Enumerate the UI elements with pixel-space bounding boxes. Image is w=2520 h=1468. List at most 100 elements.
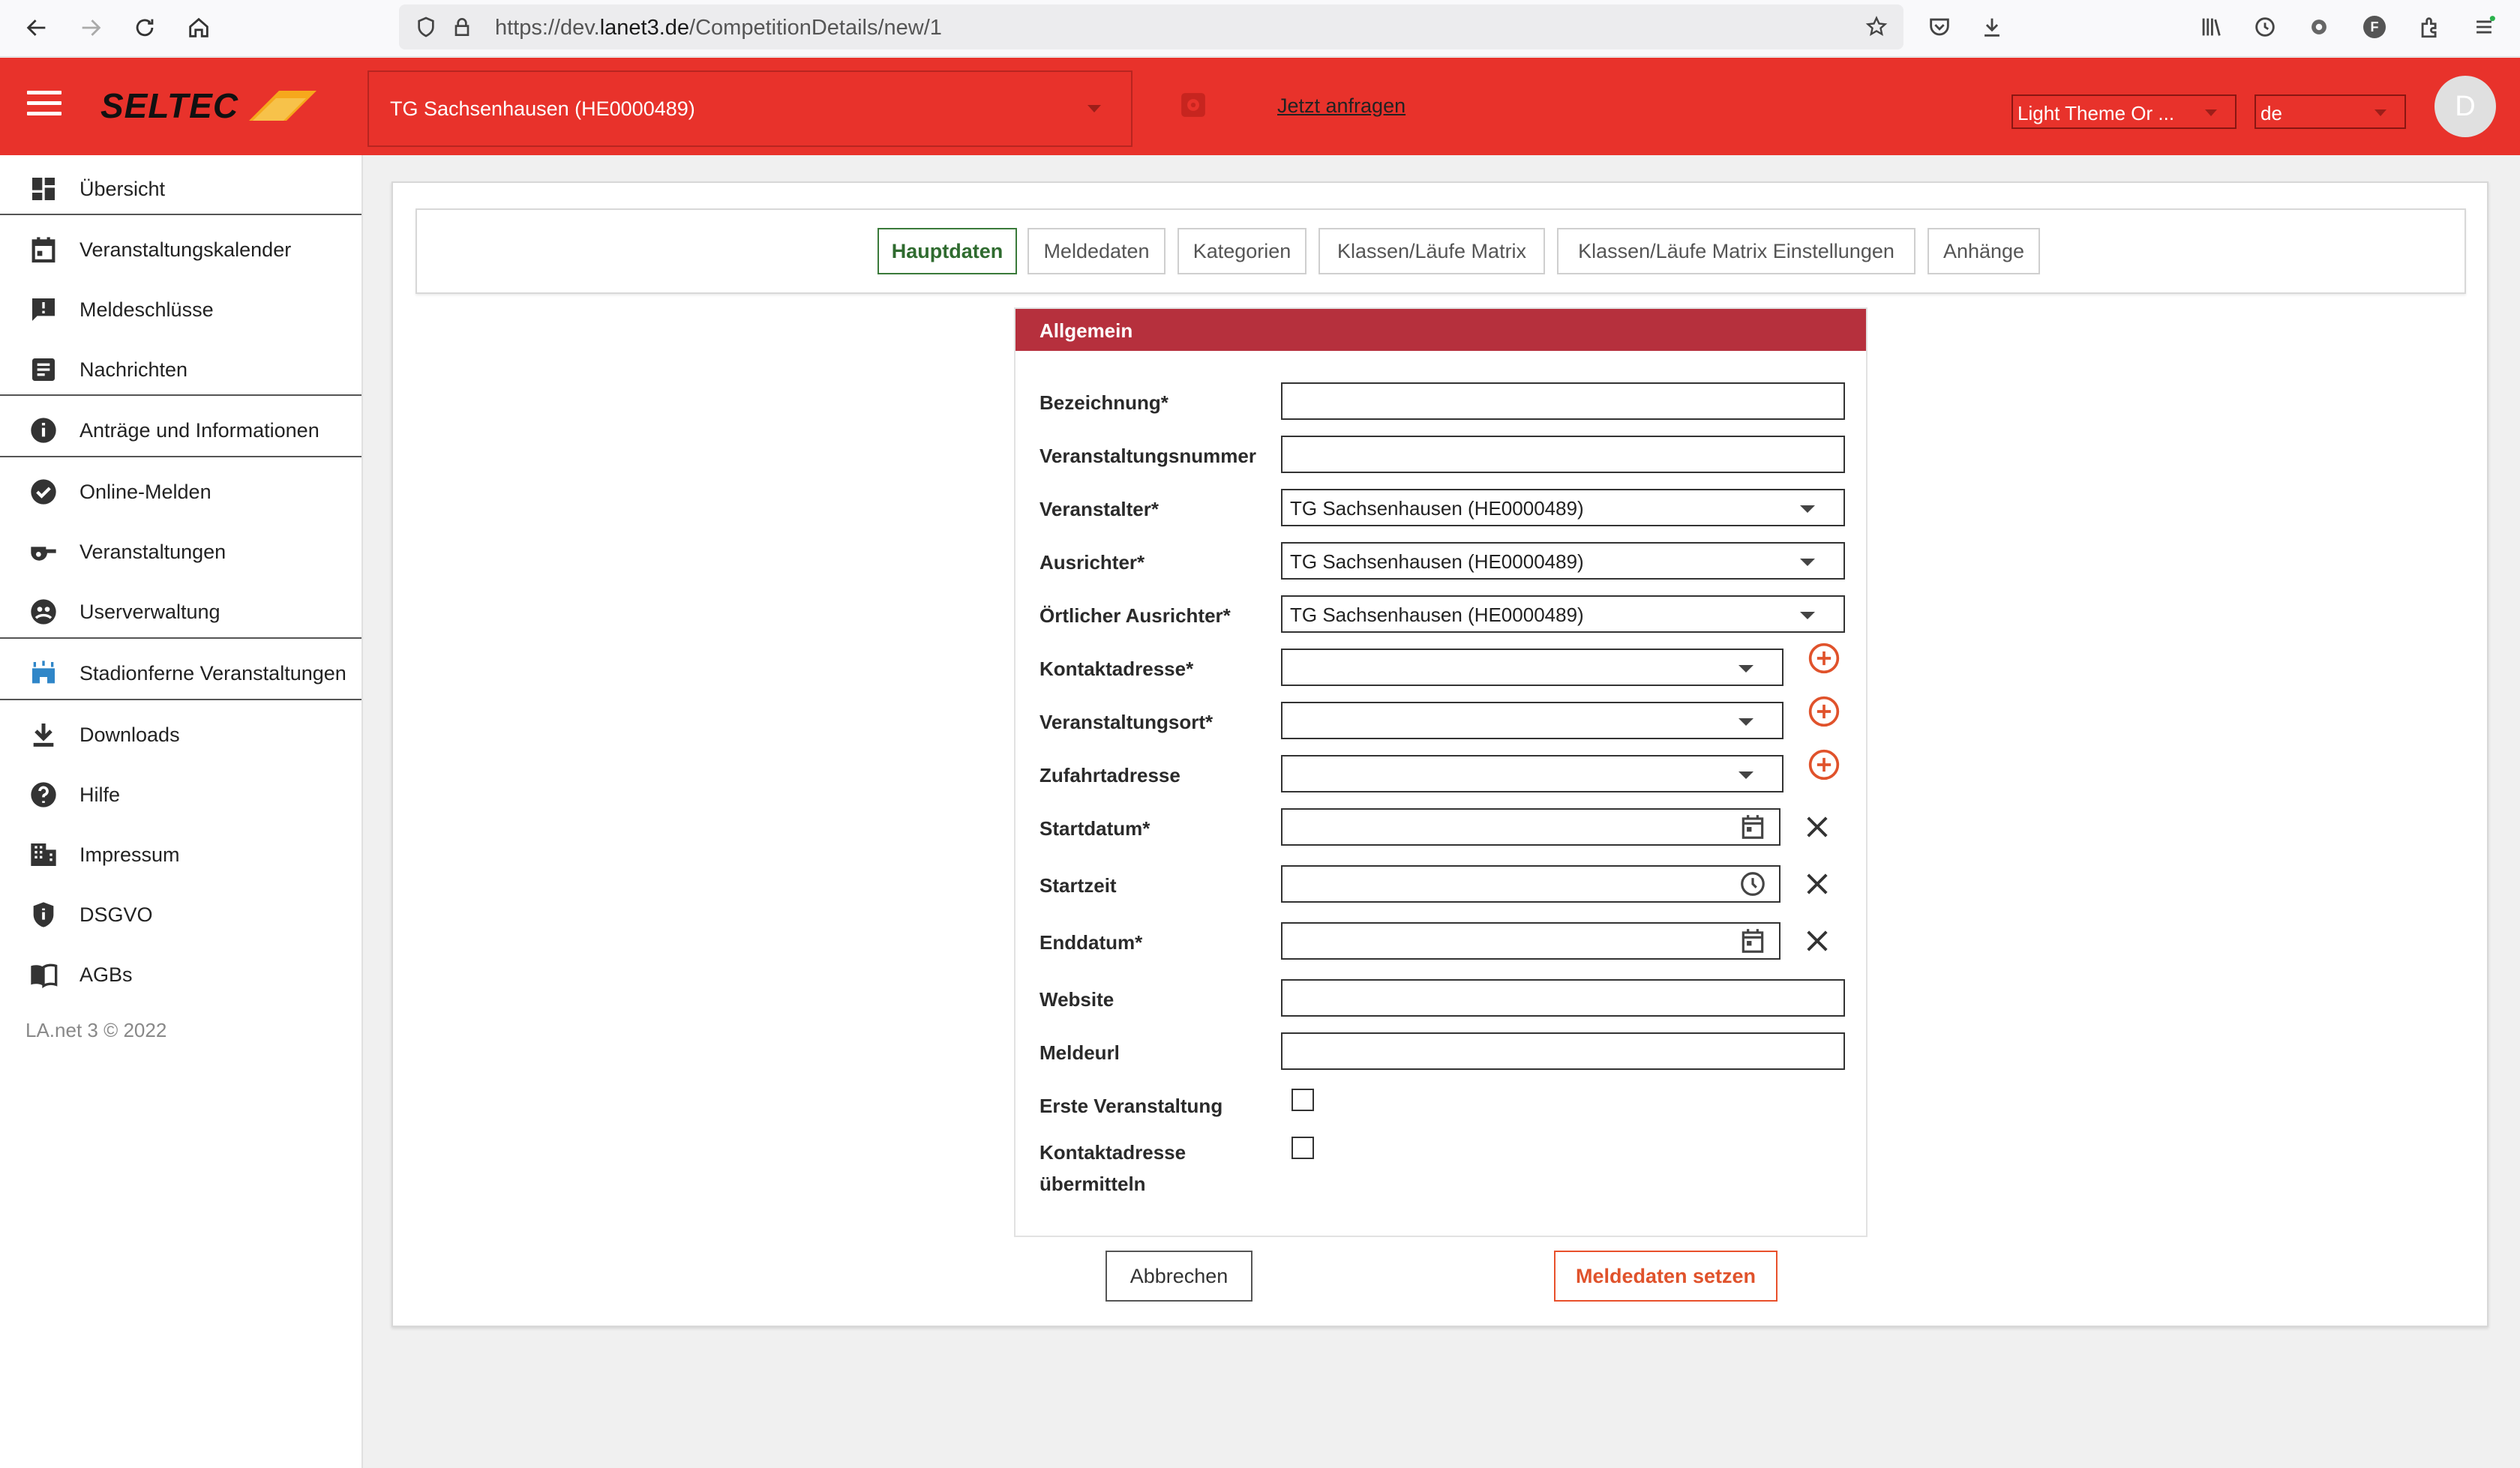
extension-gear-icon[interactable] bbox=[2304, 12, 2334, 42]
back-icon[interactable] bbox=[20, 10, 54, 45]
clear-startzeit-icon[interactable] bbox=[1802, 868, 1833, 900]
sidebar-item-downloads[interactable]: Downloads bbox=[0, 705, 362, 765]
oertlicher-ausrichter-select[interactable]: TG Sachsenhausen (HE0000489) bbox=[1281, 595, 1845, 633]
add-kontaktadresse-icon[interactable] bbox=[1808, 642, 1840, 675]
sidebar-item-nachrichten[interactable]: Nachrichten bbox=[0, 340, 362, 400]
hamburger-menu-icon[interactable] bbox=[27, 91, 62, 121]
tab-hauptdaten[interactable]: Hauptdaten bbox=[878, 228, 1017, 274]
main-card: Hauptdaten Meldedaten Kategorien Klassen… bbox=[392, 181, 2488, 1327]
sidebar-item-impressum[interactable]: Impressum bbox=[0, 825, 362, 885]
veranstaltungsnummer-field[interactable] bbox=[1281, 436, 1845, 473]
website-field[interactable] bbox=[1281, 979, 1845, 1017]
menu-icon[interactable] bbox=[2469, 12, 2499, 42]
sidebar-item-dsgvo[interactable]: DSGVO bbox=[0, 885, 362, 945]
clear-enddatum-icon[interactable] bbox=[1802, 925, 1833, 957]
organization-select[interactable]: TG Sachsenhausen (HE0000489) bbox=[368, 70, 1132, 147]
meldeurl-field[interactable] bbox=[1281, 1032, 1845, 1070]
ausrichter-select[interactable]: TG Sachsenhausen (HE0000489) bbox=[1281, 542, 1845, 580]
chevron-down-icon bbox=[1800, 505, 1815, 513]
erste-veranstaltung-checkbox[interactable] bbox=[1292, 1089, 1314, 1111]
support-icon bbox=[27, 595, 60, 628]
sidebar-item-label: Userverwaltung bbox=[80, 600, 220, 623]
seltec-logo: SELTEC bbox=[100, 88, 316, 125]
tracking-shield-icon[interactable] bbox=[414, 15, 438, 39]
library-icon[interactable] bbox=[2196, 12, 2226, 42]
sidebar-item-label: Hilfe bbox=[80, 783, 121, 806]
sidebar-item-agbs[interactable]: AGBs bbox=[0, 945, 362, 1005]
profile-icon[interactable]: F bbox=[2360, 12, 2390, 42]
downloads-icon[interactable] bbox=[1977, 12, 2007, 42]
enddatum-field[interactable] bbox=[1281, 922, 1780, 960]
tab-klassen-laeufe-matrix[interactable]: Klassen/Läufe Matrix bbox=[1318, 228, 1545, 274]
veranstalter-select[interactable]: TG Sachsenhausen (HE0000489) bbox=[1281, 489, 1845, 526]
chevron-down-icon bbox=[1738, 718, 1754, 726]
avatar[interactable]: D bbox=[2434, 76, 2496, 137]
clock-icon[interactable] bbox=[1738, 870, 1767, 898]
sidebar-item-label: Online-Melden bbox=[80, 480, 212, 503]
label-veranstaltungsort: Veranstaltungsort* bbox=[1040, 711, 1214, 733]
ausrichter-value: TG Sachsenhausen (HE0000489) bbox=[1290, 550, 1584, 573]
startzeit-field[interactable] bbox=[1281, 865, 1780, 903]
bezeichnung-field[interactable] bbox=[1281, 382, 1845, 420]
lock-icon[interactable] bbox=[450, 15, 474, 39]
bookmark-star-icon[interactable] bbox=[1864, 15, 1888, 39]
kontaktadresse-uebermitteln-checkbox[interactable] bbox=[1292, 1137, 1314, 1159]
divider bbox=[0, 394, 362, 396]
tab-anhaenge[interactable]: Anhänge bbox=[1928, 228, 2040, 274]
home-icon[interactable] bbox=[182, 10, 216, 45]
veranstaltungsort-select[interactable] bbox=[1281, 702, 1784, 739]
request-badge-icon[interactable] bbox=[1179, 91, 1208, 119]
clear-startdatum-icon[interactable] bbox=[1802, 811, 1833, 843]
pocket-icon[interactable] bbox=[1924, 12, 1954, 42]
url-text[interactable]: https://dev.lanet3.de/CompetitionDetails… bbox=[495, 16, 942, 40]
sidebar-item-meldeschluesse[interactable]: Meldeschlüsse bbox=[0, 280, 362, 340]
shield-icon bbox=[27, 898, 60, 931]
chevron-down-icon bbox=[1800, 559, 1815, 566]
request-link[interactable]: Jetzt anfragen bbox=[1277, 94, 1406, 118]
download-icon bbox=[27, 718, 60, 751]
reload-icon[interactable] bbox=[128, 10, 162, 45]
sidebar-item-antraege[interactable]: Anträge und Informationen bbox=[0, 400, 362, 460]
tab-matrix-einstellungen[interactable]: Klassen/Läufe Matrix Einstellungen bbox=[1557, 228, 1916, 274]
tab-meldedaten[interactable]: Meldedaten bbox=[1028, 228, 1166, 274]
label-kontaktadresse-uebermitteln-line2: übermitteln bbox=[1040, 1173, 1146, 1195]
sidebar-item-userverwaltung[interactable]: Userverwaltung bbox=[0, 582, 362, 642]
help-icon bbox=[27, 778, 60, 811]
label-veranstaltungsnummer: Veranstaltungsnummer bbox=[1040, 445, 1256, 467]
zufahrtadresse-select[interactable] bbox=[1281, 755, 1784, 792]
label-kontaktadresse-uebermitteln: Kontaktadresse bbox=[1040, 1141, 1186, 1164]
tab-kategorien[interactable]: Kategorien bbox=[1178, 228, 1306, 274]
copyright: LA.net 3 © 2022 bbox=[26, 1019, 167, 1041]
sidebar-item-label: Nachrichten bbox=[80, 358, 188, 381]
calendar-icon[interactable] bbox=[1738, 813, 1767, 841]
address-bar[interactable]: https://dev.lanet3.de/CompetitionDetails… bbox=[399, 4, 1904, 49]
language-select[interactable]: de bbox=[2254, 94, 2406, 129]
forward-icon[interactable] bbox=[74, 10, 108, 45]
sidebar-item-label: Übersicht bbox=[80, 177, 166, 200]
section-title: Allgemein bbox=[1016, 309, 1866, 351]
language-select-value: de bbox=[2260, 102, 2282, 124]
dashboard-icon bbox=[27, 172, 60, 205]
sidebar-item-label: AGBs bbox=[80, 963, 133, 986]
sidebar-item-stadionferne[interactable]: Stadionferne Veranstaltungen bbox=[0, 643, 362, 703]
set-meldedaten-button[interactable]: Meldedaten setzen bbox=[1554, 1251, 1778, 1302]
sidebar-item-online-melden[interactable]: Online-Melden bbox=[0, 462, 362, 522]
sidebar-item-veranstaltungskalender[interactable]: Veranstaltungskalender bbox=[0, 220, 362, 280]
label-startdatum: Startdatum* bbox=[1040, 817, 1150, 840]
sidebar-item-label: DSGVO bbox=[80, 903, 153, 926]
app-header: SELTEC TG Sachsenhausen (HE0000489) Jetz… bbox=[0, 58, 2520, 155]
cancel-button[interactable]: Abbrechen bbox=[1106, 1251, 1252, 1302]
add-zufahrtadresse-icon[interactable] bbox=[1808, 748, 1840, 781]
sidebar-item-hilfe[interactable]: Hilfe bbox=[0, 765, 362, 825]
add-veranstaltungsort-icon[interactable] bbox=[1808, 695, 1840, 728]
kontaktadresse-select[interactable] bbox=[1281, 649, 1784, 686]
feedback-icon bbox=[27, 293, 60, 326]
sidebar-item-label: Veranstaltungen bbox=[80, 540, 226, 563]
startdatum-field[interactable] bbox=[1281, 808, 1780, 846]
calendar-icon[interactable] bbox=[1738, 927, 1767, 955]
history-icon[interactable] bbox=[2250, 12, 2280, 42]
sidebar-item-veranstaltungen[interactable]: Veranstaltungen bbox=[0, 522, 362, 582]
sidebar-item-uebersicht[interactable]: Übersicht bbox=[0, 159, 362, 219]
extensions-icon[interactable] bbox=[2415, 12, 2445, 42]
theme-select[interactable]: Light Theme Or ... bbox=[2012, 94, 2236, 129]
